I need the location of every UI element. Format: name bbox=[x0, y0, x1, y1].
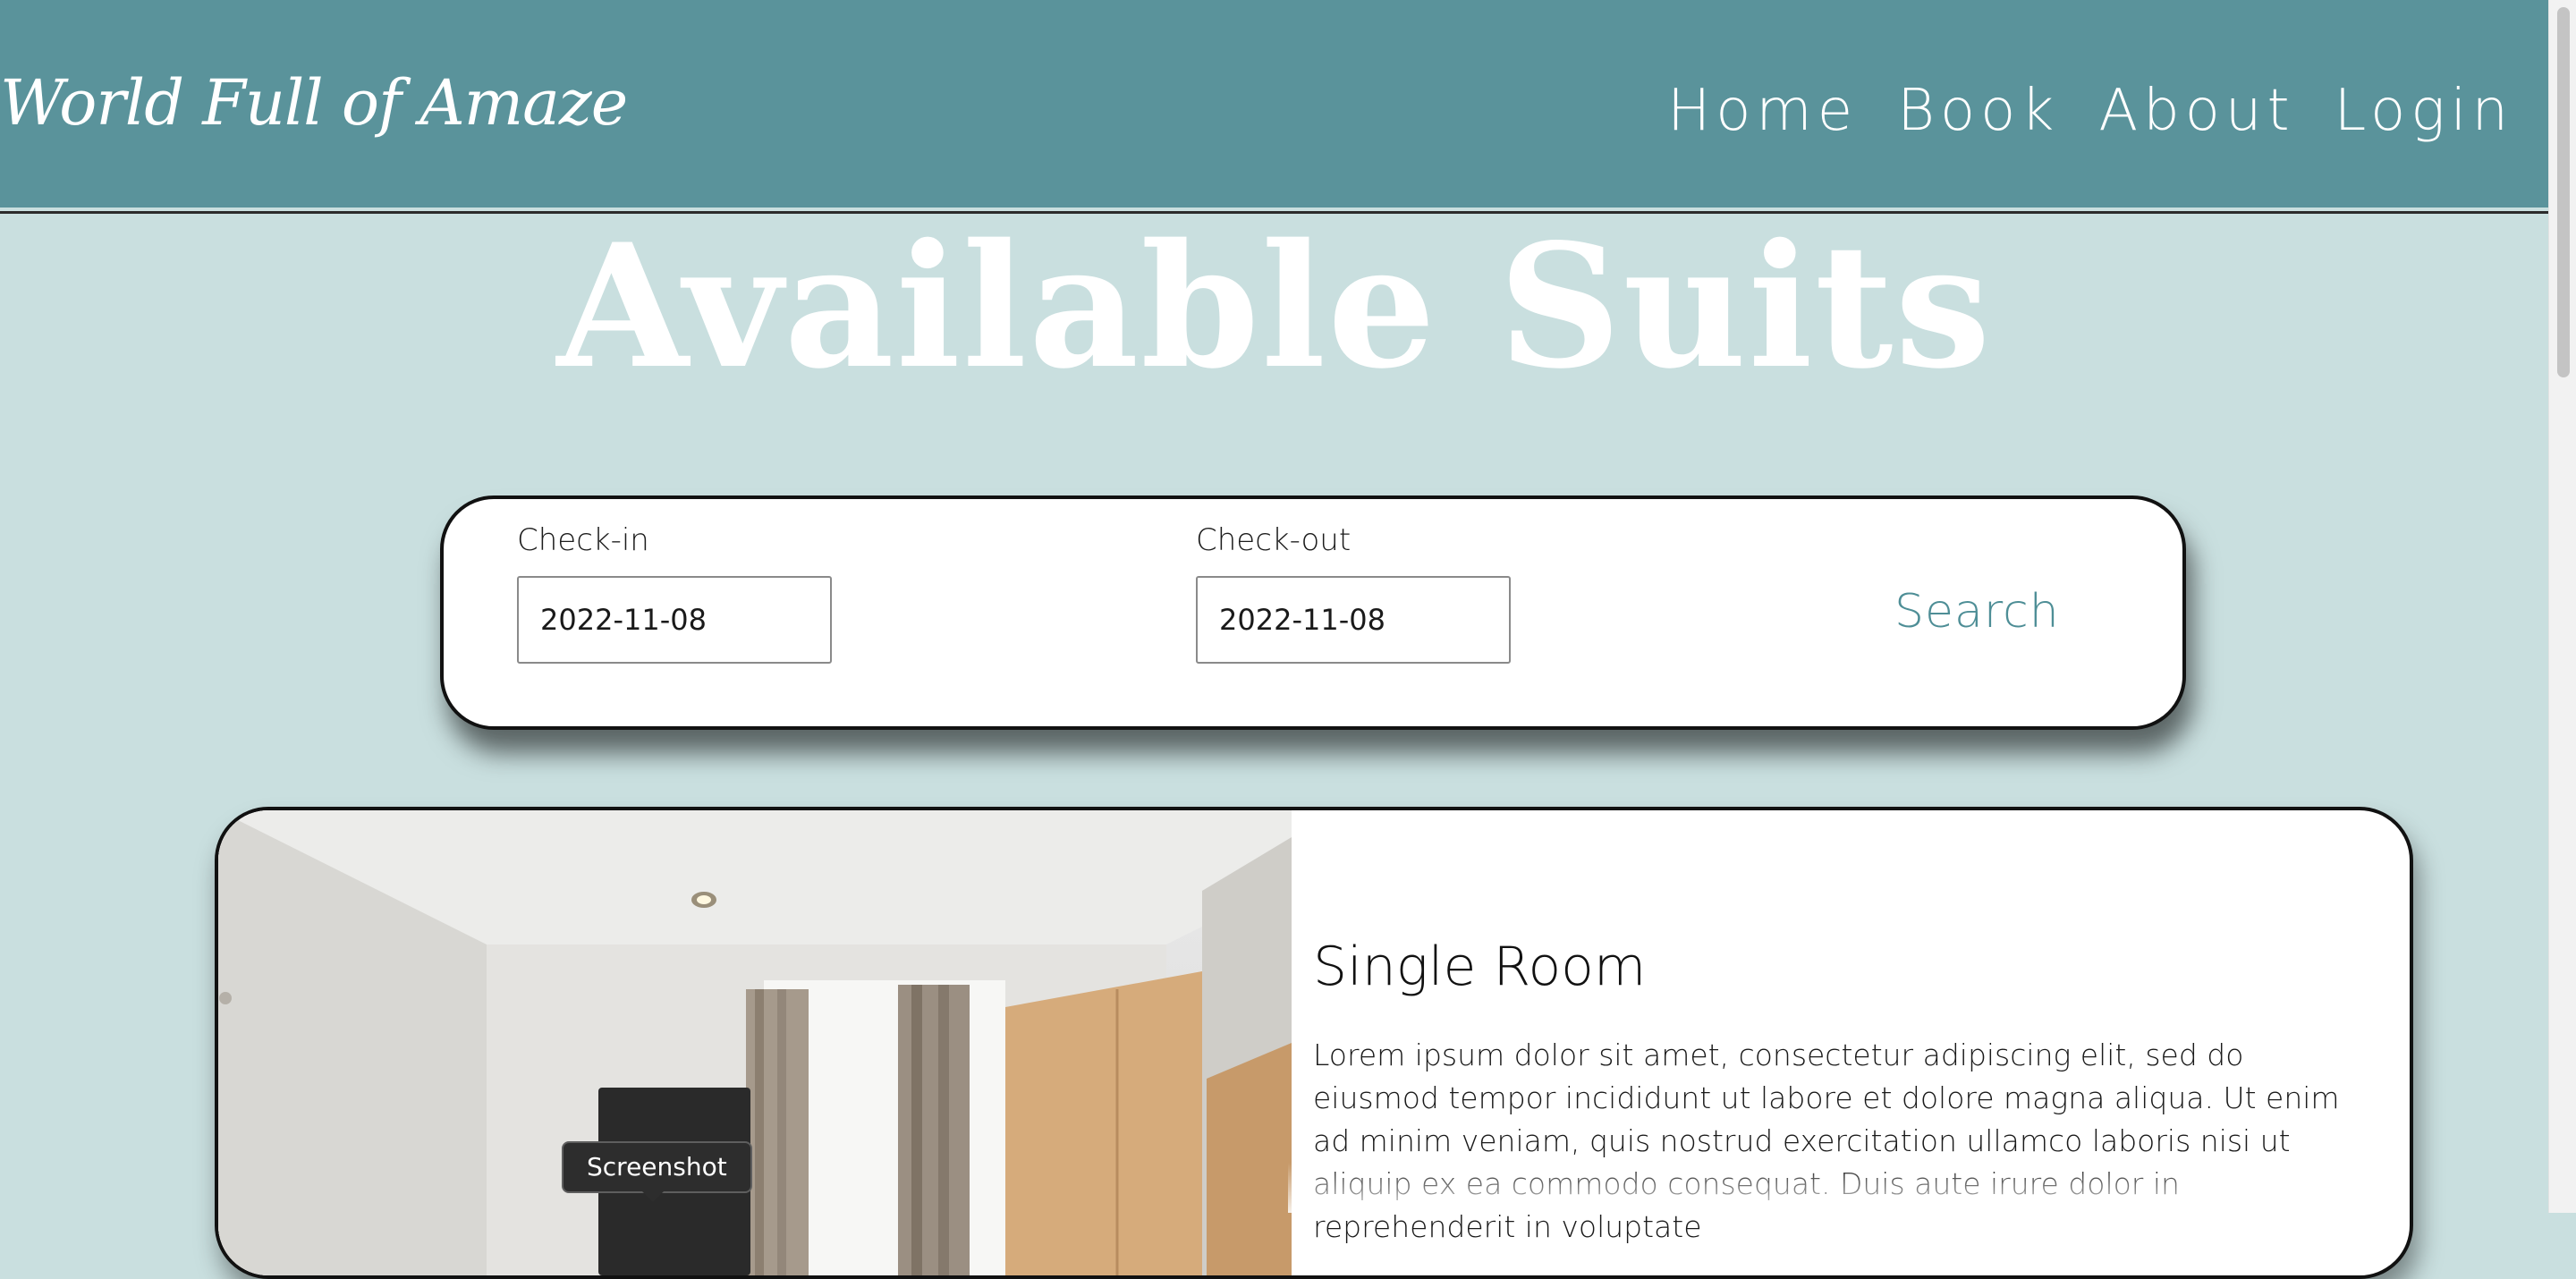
tooltip-arrow bbox=[642, 1191, 664, 1202]
room-photo-image bbox=[218, 810, 1292, 1275]
brand-logo[interactable]: World Full of Amaze bbox=[0, 72, 628, 134]
main-nav: Home Book About Login bbox=[1667, 82, 2513, 140]
room-description: Lorem ipsum dolor sit amet, consectetur … bbox=[1313, 1038, 2340, 1244]
screenshot-tooltip: Screenshot bbox=[562, 1141, 752, 1193]
room-title[interactable]: Single Room bbox=[1313, 936, 1646, 998]
page-scrollbar[interactable] bbox=[2548, 0, 2576, 1213]
checkin-label: Check-in bbox=[517, 522, 649, 558]
scrollbar-thumb[interactable] bbox=[2557, 7, 2570, 377]
search-button[interactable]: Search bbox=[1894, 585, 2060, 639]
nav-home-link[interactable]: Home bbox=[1667, 82, 1858, 140]
checkout-date-input[interactable] bbox=[1196, 576, 1511, 664]
checkin-date-input[interactable] bbox=[517, 576, 832, 664]
nav-book-link[interactable]: Book bbox=[1897, 82, 2059, 140]
site-header: World Full of Amaze Home Book About Logi… bbox=[0, 0, 2549, 208]
page-title: Available Suits bbox=[556, 207, 1993, 406]
availability-search-panel: Check-in Check-out Search bbox=[440, 496, 2186, 730]
room-card: Single Room Lorem ipsum dolor sit amet, … bbox=[215, 807, 2413, 1279]
room-photo bbox=[218, 810, 1292, 1275]
nav-login-link[interactable]: Login bbox=[2334, 82, 2513, 140]
nav-about-link[interactable]: About bbox=[2098, 82, 2294, 140]
checkout-label: Check-out bbox=[1196, 522, 1352, 558]
